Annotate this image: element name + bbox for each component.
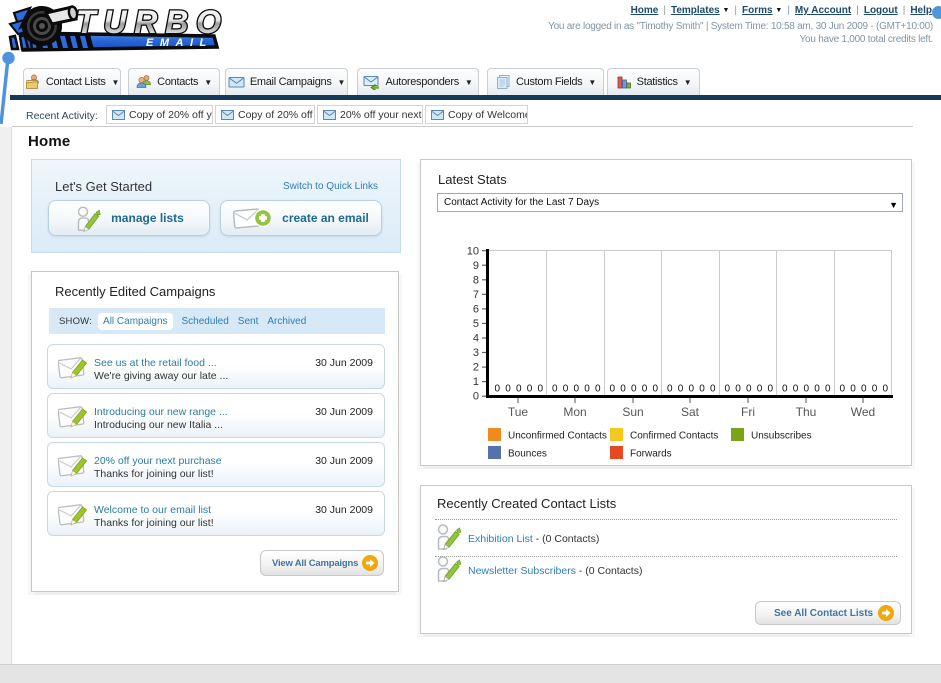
- svg-text:5: 5: [473, 318, 479, 330]
- svg-text:Tue: Tue: [508, 405, 529, 419]
- svg-text:Confirmed Contacts: Confirmed Contacts: [630, 431, 718, 442]
- svg-text:0 0 0 0 0: 0 0 0 0 0: [667, 384, 716, 395]
- svg-text:0 0 0 0 0: 0 0 0 0 0: [782, 384, 831, 395]
- svg-text:8: 8: [473, 275, 479, 287]
- svg-text:Unsubscribes: Unsubscribes: [751, 431, 812, 442]
- svg-text:3: 3: [473, 347, 479, 359]
- svg-text:Mon: Mon: [563, 405, 586, 419]
- svg-text:10: 10: [467, 246, 479, 258]
- svg-text:1: 1: [473, 376, 479, 388]
- svg-text:0 0 0 0 0: 0 0 0 0 0: [725, 384, 774, 395]
- svg-text:Unconfirmed Contacts: Unconfirmed Contacts: [508, 431, 607, 442]
- svg-text:Forwards: Forwards: [630, 449, 672, 460]
- svg-text:0 0 0 0 0: 0 0 0 0 0: [610, 384, 659, 395]
- svg-text:7: 7: [473, 289, 479, 301]
- svg-text:Wed: Wed: [851, 405, 875, 419]
- svg-text:0 0 0 0 0: 0 0 0 0 0: [495, 384, 544, 395]
- svg-text:4: 4: [473, 333, 479, 345]
- svg-text:0: 0: [473, 391, 479, 403]
- svg-text:Thu: Thu: [796, 405, 817, 419]
- svg-text:2: 2: [473, 362, 479, 374]
- svg-text:0 0 0 0 0: 0 0 0 0 0: [552, 384, 601, 395]
- svg-text:0 0 0 0 0: 0 0 0 0 0: [840, 384, 889, 395]
- svg-text:Fri: Fri: [741, 405, 755, 419]
- svg-text:Sat: Sat: [681, 405, 700, 419]
- svg-text:Sun: Sun: [622, 405, 643, 419]
- svg-text:9: 9: [473, 260, 479, 272]
- svg-text:Bounces: Bounces: [508, 449, 547, 460]
- svg-text:6: 6: [473, 304, 479, 316]
